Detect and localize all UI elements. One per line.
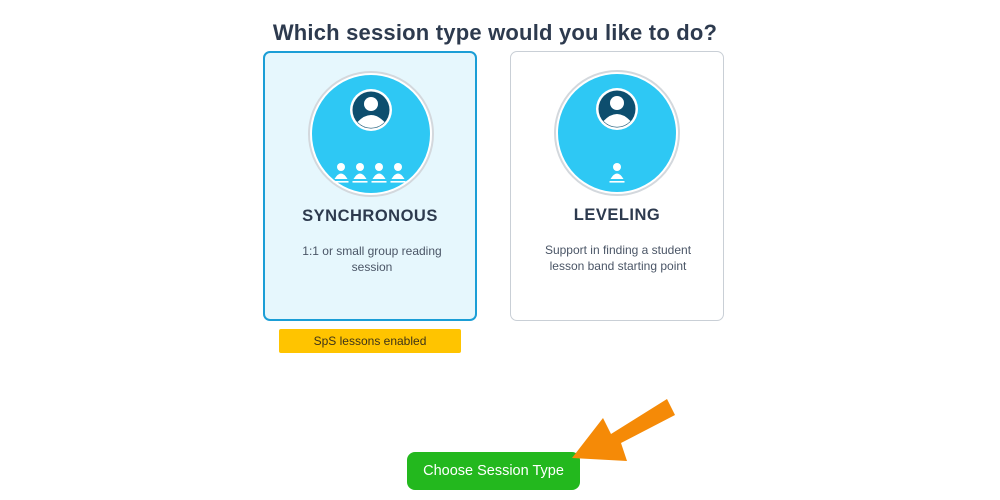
synchronous-card[interactable]: SYNCHRONOUS 1:1 or small group reading s… (263, 51, 477, 321)
teacher-with-group-icon (308, 71, 434, 197)
sps-lessons-badge: SpS lessons enabled (279, 329, 461, 353)
leveling-description: Support in finding a student lesson band… (544, 243, 692, 273)
orange-arrow-icon (572, 399, 675, 461)
choose-session-type-button[interactable]: Choose Session Type (407, 452, 580, 490)
synchronous-description: 1:1 or small group reading session (302, 244, 442, 274)
synchronous-title: SYNCHRONOUS (302, 207, 438, 225)
leveling-card[interactable]: LEVELING Support in finding a student le… (510, 51, 724, 321)
teacher-with-student-icon (554, 70, 680, 196)
page-title: Which session type would you like to do? (272, 20, 718, 45)
leveling-title: LEVELING (573, 206, 661, 224)
session-type-screen: Which session type would you like to do? (0, 0, 1000, 500)
